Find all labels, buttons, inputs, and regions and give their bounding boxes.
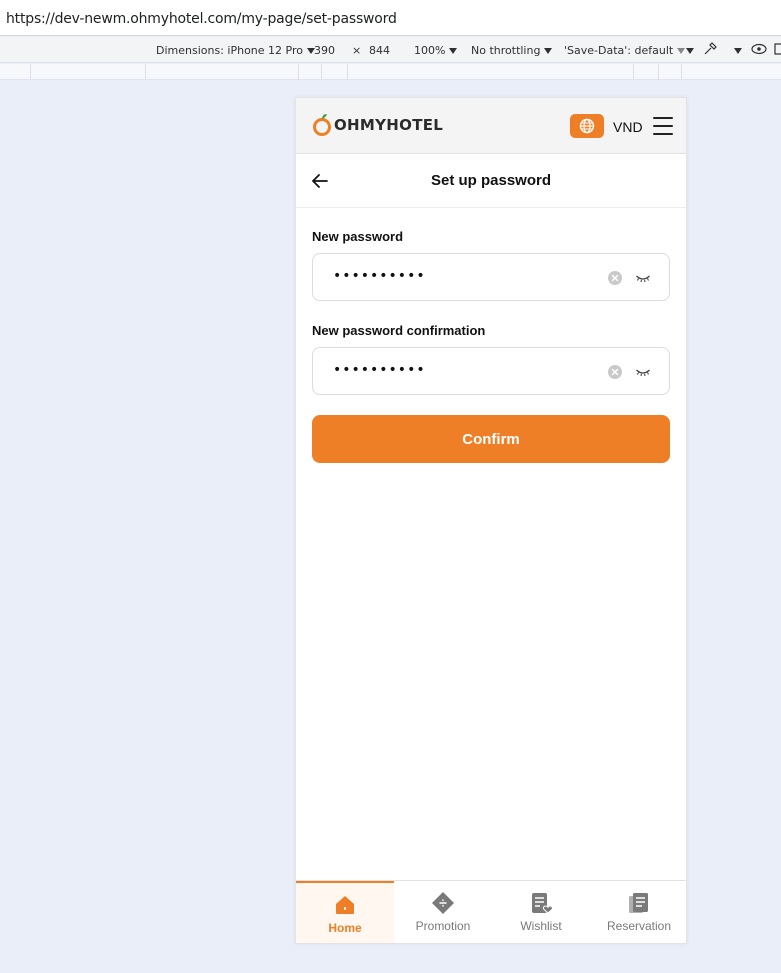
app-header: OHMYHOTEL VND: [296, 98, 686, 154]
confirm-password-label: New password confirmation: [312, 323, 486, 338]
width-input[interactable]: 390: [314, 44, 335, 57]
url-text[interactable]: https://dev-newm.ohmyhotel.com/my-page/s…: [6, 11, 397, 27]
nav-label-reservation: Reservation: [606, 919, 672, 933]
throttling-select[interactable]: No throttling: [471, 44, 553, 57]
ticket-icon: [432, 892, 454, 914]
orange-logo-icon: [313, 114, 331, 136]
devtools-device-toolbar: Dimensions: iPhone 12 Pro 390 × 844 100%…: [0, 37, 781, 63]
nav-item-reservation[interactable]: Reservation: [590, 881, 686, 943]
nav-item-promotion[interactable]: Promotion: [394, 881, 492, 943]
globe-icon: [579, 118, 595, 134]
page-title: Set up password: [430, 172, 552, 189]
save-data-select[interactable]: 'Save-Data': default: [564, 44, 686, 57]
chevron-down-icon: [544, 48, 553, 54]
new-password-field[interactable]: ••••••••••: [312, 253, 670, 301]
currency-selector[interactable]: VND: [613, 119, 643, 135]
chevron-down-icon: [686, 48, 694, 54]
eye-closed-icon[interactable]: [635, 271, 651, 285]
hamburger-menu-icon[interactable]: [653, 117, 673, 135]
chevron-down-icon: [449, 48, 458, 54]
zoom-select[interactable]: 100%: [414, 44, 458, 57]
nav-item-wishlist[interactable]: Wishlist: [492, 881, 590, 943]
confirm-password-value: ••••••••••: [333, 362, 426, 378]
confirm-password-field[interactable]: ••••••••••: [312, 347, 670, 395]
logo-text: OHMYHOTEL: [334, 116, 444, 134]
eyedropper-icon[interactable]: [703, 42, 717, 59]
new-password-value: ••••••••••: [333, 268, 426, 284]
ohmyhotel-logo[interactable]: OHMYHOTEL: [312, 113, 443, 137]
dimensions-select[interactable]: Dimensions: iPhone 12 Pro: [156, 44, 315, 57]
eye-closed-icon[interactable]: [635, 365, 651, 379]
nav-item-home[interactable]: Home: [296, 881, 394, 943]
chevron-down-icon: [734, 48, 742, 54]
nav-label-promotion: Promotion: [415, 919, 471, 933]
dimensions-label: Dimensions: iPhone 12 Pro: [156, 44, 303, 57]
devtools-ruler: [0, 64, 781, 80]
save-data-label: 'Save-Data': default: [564, 44, 674, 57]
zoom-label: 100%: [414, 44, 446, 57]
times-sign: ×: [352, 44, 362, 57]
wishlist-icon: [532, 893, 553, 914]
nav-label-home: Home: [328, 921, 362, 935]
throttling-label: No throttling: [471, 44, 541, 57]
home-icon: [336, 896, 354, 914]
screenshot-icon[interactable]: [774, 43, 781, 58]
bottom-navigation: Home Promotion Wishlist Reservation: [296, 880, 686, 943]
language-button[interactable]: [570, 114, 604, 138]
device-mode-menu-button[interactable]: [730, 44, 742, 57]
reservation-icon: [629, 893, 648, 913]
height-input[interactable]: 844: [369, 44, 390, 57]
more-options-button[interactable]: [682, 44, 694, 57]
browser-address-bar[interactable]: https://dev-newm.ohmyhotel.com/my-page/s…: [0, 0, 781, 36]
mobile-viewport: OHMYHOTEL VND Set up password New passwo…: [295, 97, 687, 944]
confirm-button[interactable]: Confirm: [312, 415, 670, 463]
vision-icon[interactable]: [751, 43, 767, 58]
nav-label-wishlist: Wishlist: [520, 919, 562, 933]
clear-icon[interactable]: [608, 271, 622, 285]
page-titlebar: Set up password: [296, 155, 686, 208]
new-password-label: New password: [312, 229, 404, 244]
clear-icon[interactable]: [608, 365, 622, 379]
